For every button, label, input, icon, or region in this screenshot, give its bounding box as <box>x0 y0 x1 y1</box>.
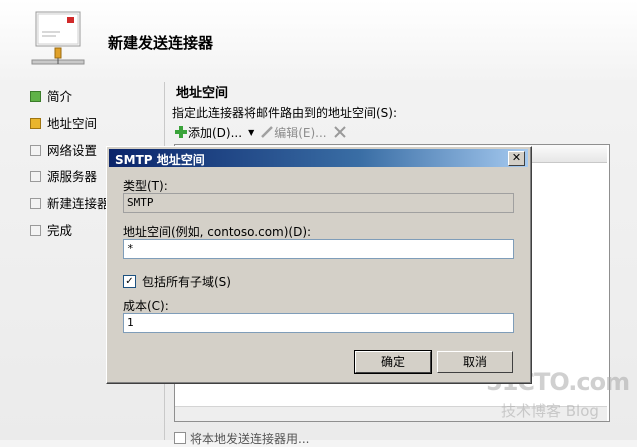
bottom-option-checkbox[interactable] <box>174 432 186 444</box>
pencil-icon <box>261 126 274 138</box>
pending-status-icon <box>30 171 41 182</box>
wizard-title: 新建发送连接器 <box>108 34 214 52</box>
address-space-label: 地址空间(例如, contoso.com)(D): <box>123 225 312 239</box>
nav-item-network-settings[interactable]: 网络设置 <box>30 142 97 160</box>
delete-x-icon[interactable] <box>333 125 347 139</box>
nav-item-label: 网络设置 <box>47 143 98 158</box>
edit-label: 编辑(E)... <box>274 125 327 140</box>
dialog-title: SMTP 地址空间 <box>115 153 205 167</box>
nav-item-new-connector[interactable]: 新建连接器 <box>30 195 110 213</box>
nav-item-address-space[interactable]: 地址空间 <box>30 115 97 133</box>
send-connector-icon <box>31 11 85 65</box>
section-description: 指定此连接器将邮件路由到的地址空间(S): <box>172 106 398 120</box>
pending-status-icon <box>30 225 41 236</box>
dialog-titlebar[interactable]: SMTP 地址空间 ✕ <box>109 149 528 167</box>
pending-status-icon <box>30 198 41 209</box>
cost-input[interactable]: 1 <box>123 313 514 333</box>
ok-button[interactable]: 确定 <box>354 350 432 374</box>
completed-status-icon <box>30 91 41 102</box>
nav-item-complete[interactable]: 完成 <box>30 222 72 240</box>
nav-item-label: 简介 <box>47 89 73 104</box>
watermark-subtitle: 技术博客 Blog <box>501 402 599 420</box>
nav-item-label: 地址空间 <box>47 116 98 131</box>
address-space-input[interactable]: * <box>123 239 514 259</box>
plus-icon <box>175 126 187 138</box>
close-icon: ✕ <box>511 151 522 164</box>
pending-status-icon <box>30 145 41 156</box>
type-field: SMTP <box>123 193 514 213</box>
close-button[interactable]: ✕ <box>508 151 525 166</box>
section-title: 地址空间 <box>176 86 229 101</box>
wizard-header <box>0 0 637 80</box>
add-dropdown-arrow-icon[interactable]: ▼ <box>248 128 254 137</box>
type-label: 类型(T): <box>123 179 168 193</box>
nav-item-label: 新建连接器 <box>47 196 110 211</box>
address-space-toolbar: 添加(D)... ▼ 编辑(E)... <box>174 123 347 141</box>
cancel-button[interactable]: 取消 <box>437 351 513 373</box>
add-button[interactable]: 添加(D)... <box>174 124 242 141</box>
edit-button[interactable]: 编辑(E)... <box>260 124 327 141</box>
nav-item-label: 完成 <box>47 223 73 238</box>
nav-item-intro[interactable]: 简介 <box>30 88 72 106</box>
add-label: 添加(D)... <box>188 125 243 140</box>
nav-item-label: 源服务器 <box>47 169 98 184</box>
nav-item-source-server[interactable]: 源服务器 <box>30 168 97 186</box>
include-subdomains-label: 包括所有子域(S) <box>142 275 231 289</box>
smtp-address-space-dialog: SMTP 地址空间 ✕ 类型(T): SMTP 地址空间(例如, contoso… <box>106 146 532 384</box>
include-subdomains-checkbox[interactable]: ✓ <box>123 275 136 288</box>
cost-label: 成本(C): <box>123 299 169 313</box>
bottom-option-label: 将本地发送连接器用... <box>190 432 310 446</box>
current-status-icon <box>30 118 41 129</box>
